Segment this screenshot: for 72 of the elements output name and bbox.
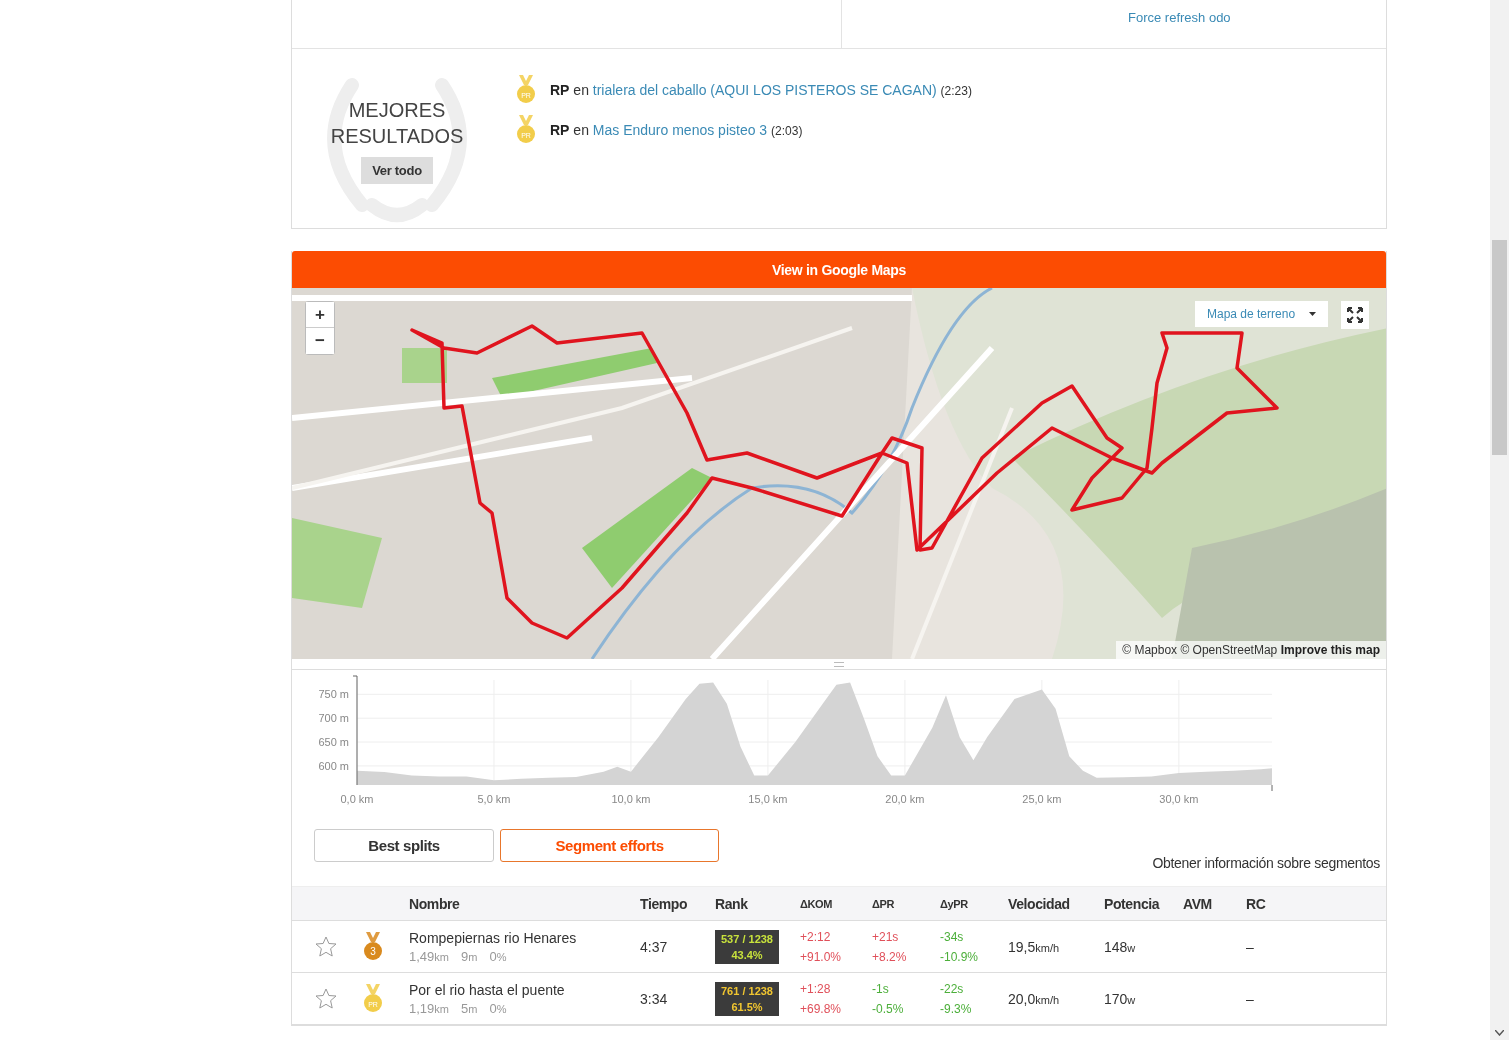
segment-stat: 0% xyxy=(489,948,507,964)
x-tick-label: 10,0 km xyxy=(611,793,651,805)
y-tick-label: 650 m xyxy=(318,736,349,749)
map-attribution: © Mapbox © OpenStreetMap Improve this map xyxy=(1116,641,1386,659)
delta-value: -0.5% xyxy=(872,1001,904,1016)
column-header: Tiempo xyxy=(640,895,689,912)
delta-value: +8.2% xyxy=(872,949,907,964)
delta-value: +69.8% xyxy=(800,1001,842,1016)
table-cell-text: 170w xyxy=(1104,990,1137,1007)
column-header: ΔPR xyxy=(872,897,895,910)
table-cell-text: 148w xyxy=(1104,938,1137,955)
best-results-title: MEJORES RESULTADOS xyxy=(330,97,464,149)
segment-stat: 1,19km xyxy=(409,1000,449,1016)
zoom-in-button[interactable]: + xyxy=(306,302,334,328)
delta-value: +2:12 xyxy=(800,929,831,944)
star-icon[interactable] xyxy=(315,988,337,1009)
resize-handle[interactable] xyxy=(834,661,844,667)
column-header: AVM xyxy=(1183,895,1213,912)
fullscreen-icon xyxy=(1347,307,1363,323)
column-header: RC xyxy=(1246,895,1267,912)
segment-stat: 0% xyxy=(489,1000,507,1016)
table-cell-text: 19,5km/h xyxy=(1008,938,1061,955)
fullscreen-button[interactable] xyxy=(1341,301,1369,329)
caret-icon xyxy=(1309,312,1317,316)
view-all-button[interactable]: Ver todo xyxy=(361,156,433,184)
table-cell-text: 4:37 xyxy=(640,938,669,955)
table-cell-text: – xyxy=(1246,938,1255,955)
x-tick-label: 0,0 km xyxy=(340,793,374,805)
delta-value: +91.0% xyxy=(800,949,842,964)
segment-link[interactable]: Mas Enduro menos pisteo 3 xyxy=(592,122,768,138)
x-tick-label: 15,0 km xyxy=(748,793,788,805)
table-cell-text: – xyxy=(1246,990,1255,1007)
table-cell-text: 20,0km/h xyxy=(1008,990,1061,1007)
segment-link[interactable]: trialera del caballo (AQUI LOS PISTEROS SE CAGAN) xyxy=(592,82,937,98)
force-refresh-link[interactable]: Force refresh odo xyxy=(1128,10,1231,25)
column-header: Velocidad xyxy=(1008,895,1071,912)
delta-value: -10.9% xyxy=(940,949,979,964)
column-header: Nombre xyxy=(409,895,461,912)
scroll-down-icon[interactable] xyxy=(1495,1030,1504,1036)
x-tick-label: 20,0 km xyxy=(885,793,925,805)
segment-stat: 5m xyxy=(461,1000,478,1016)
delta-value: -34s xyxy=(940,929,964,944)
rank-badge: 761 / 1238 61.5% xyxy=(715,981,779,1016)
table-cell-text: 3:34 xyxy=(640,990,669,1007)
achievement-text: RP en Mas Enduro menos pisteo 3 (2:03) xyxy=(550,122,803,138)
delta-value: -22s xyxy=(940,981,964,996)
segment-name[interactable]: Por el rio hasta el puente xyxy=(409,981,640,998)
segment-stat: 1,49km xyxy=(409,948,449,964)
segment-name[interactable]: Rompepiernas rio Henares xyxy=(409,929,640,946)
tab[interactable]: Best splits xyxy=(314,829,494,862)
delta-value: +21s xyxy=(872,929,899,944)
y-tick-label: 750 m xyxy=(318,688,349,701)
delta-value: -9.3% xyxy=(940,1001,972,1016)
star-icon[interactable] xyxy=(315,936,337,957)
segment-info-link[interactable]: Obtener información sobre segmentos xyxy=(1152,855,1380,871)
y-tick-label: 700 m xyxy=(318,712,349,725)
rank-badge: 537 / 1238 43.4% xyxy=(715,929,779,964)
x-axis-end-tick xyxy=(1271,784,1273,792)
y-tick-label: 600 m xyxy=(318,759,349,772)
delta-value: +1:28 xyxy=(800,981,831,996)
column-header: Potencia xyxy=(1104,895,1161,912)
segment-stat: 9m xyxy=(461,948,478,964)
x-tick-label: 30,0 km xyxy=(1159,793,1199,805)
achievement-text: RP en trialera del caballo (AQUI LOS PISTEROS SE CAGAN) (2:23) xyxy=(550,82,972,98)
column-header: ΔyPR xyxy=(940,897,969,910)
delta-value: -1s xyxy=(872,981,889,996)
scrollbar-thumb[interactable] xyxy=(1492,240,1507,455)
map-layer-dropdown[interactable]: Mapa de terreno xyxy=(1195,301,1329,327)
x-tick-label: 25,0 km xyxy=(1022,793,1062,805)
column-header: Rank xyxy=(715,895,749,912)
column-header: ΔKOM xyxy=(800,897,833,910)
x-tick-label: 5,0 km xyxy=(477,793,511,805)
